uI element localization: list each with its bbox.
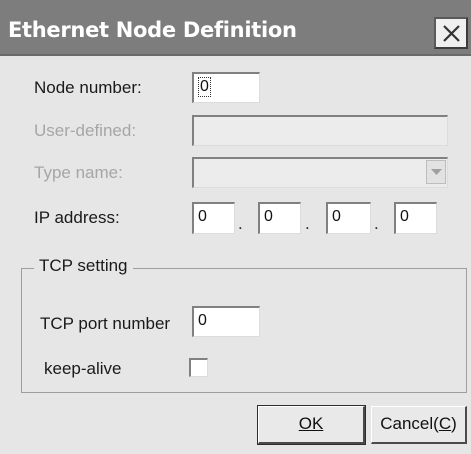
tcp-setting-legend: TCP setting <box>34 256 133 276</box>
ip-separator: . <box>374 214 379 233</box>
title-bar[interactable]: Ethernet Node Definition <box>0 0 471 56</box>
tcp-port-number-label: TCP port number <box>40 314 171 333</box>
ip-octet-2-field[interactable]: 0 <box>258 202 301 234</box>
user-defined-label: User-defined: <box>34 121 137 140</box>
type-name-dropdown-button[interactable] <box>426 160 446 184</box>
keep-alive-label: keep-alive <box>44 359 122 378</box>
ip-octet-3-field[interactable]: 0 <box>326 202 371 234</box>
type-name-dropdown[interactable] <box>192 157 448 188</box>
ip-octet-3-value: 0 <box>332 208 341 225</box>
ip-address-label: IP address: <box>34 208 120 227</box>
cancel-button[interactable]: Cancel(C) <box>371 406 467 444</box>
ok-button-label: OK <box>298 414 324 433</box>
ip-octet-4-value: 0 <box>400 208 409 225</box>
tcp-port-number-value: 0 <box>198 312 207 329</box>
tcp-port-number-field[interactable]: 0 <box>192 306 260 337</box>
ip-separator: . <box>305 214 310 233</box>
ip-octet-1-field[interactable]: 0 <box>192 202 235 234</box>
keep-alive-checkbox[interactable] <box>189 358 208 377</box>
chevron-down-icon <box>431 169 442 175</box>
cancel-button-label-suffix: ) <box>451 414 457 433</box>
node-number-label: Node number: <box>34 78 142 97</box>
dialog-title: Ethernet Node Definition <box>8 18 297 42</box>
close-button[interactable] <box>434 17 468 49</box>
node-number-field[interactable]: 0 <box>192 72 260 103</box>
cancel-button-label-prefix: Cancel( <box>380 414 439 433</box>
type-name-label: Type name: <box>34 163 123 182</box>
node-number-value: 0 <box>198 77 211 97</box>
ip-octet-4-field[interactable]: 0 <box>394 202 437 234</box>
ok-button[interactable]: OK <box>257 405 366 445</box>
cancel-button-accelerator: C <box>438 414 452 433</box>
ip-octet-1-value: 0 <box>198 208 207 225</box>
ip-separator: . <box>238 214 243 233</box>
ethernet-node-definition-dialog: Ethernet Node Definition Node number: 0 … <box>0 0 471 454</box>
user-defined-field[interactable] <box>192 115 448 146</box>
ip-octet-2-value: 0 <box>264 208 273 225</box>
close-icon <box>443 25 460 42</box>
